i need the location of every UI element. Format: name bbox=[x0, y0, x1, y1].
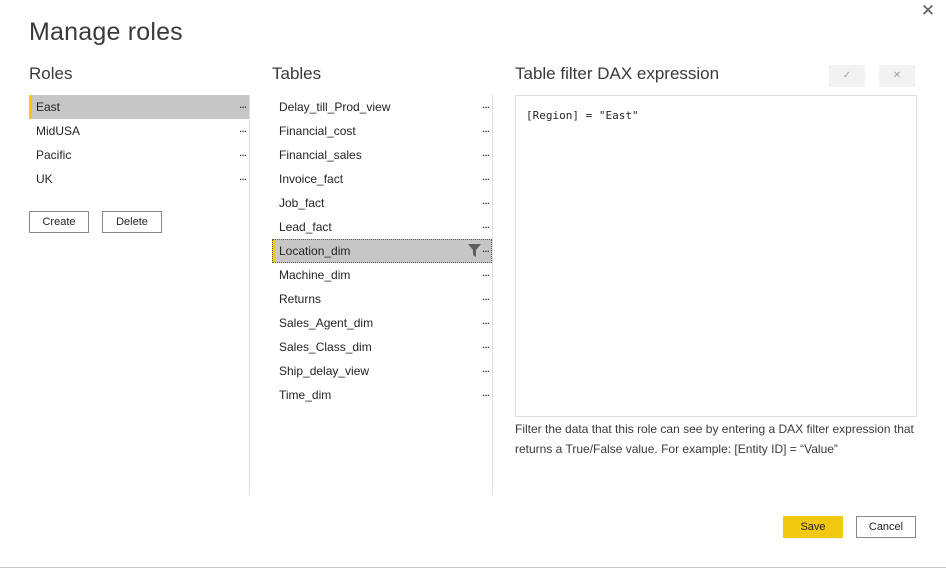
role-item[interactable]: Pacific... bbox=[29, 143, 249, 167]
more-options-icon[interactable]: ... bbox=[482, 356, 490, 380]
cancel-button[interactable]: Cancel bbox=[856, 516, 916, 538]
close-icon: ✕ bbox=[892, 70, 902, 81]
dax-help-text: Filter the data that this role can see b… bbox=[515, 422, 914, 456]
role-item[interactable]: UK... bbox=[29, 167, 249, 191]
role-item-label: Pacific bbox=[36, 148, 72, 162]
table-item[interactable]: Financial_cost... bbox=[272, 119, 492, 143]
table-item-label: Delay_till_Prod_view bbox=[279, 100, 391, 114]
dax-header: Table filter DAX expression bbox=[515, 64, 720, 83]
role-item[interactable]: MidUSA... bbox=[29, 119, 249, 143]
table-item[interactable]: Job_fact... bbox=[272, 191, 492, 215]
table-item[interactable]: Sales_Class_dim... bbox=[272, 335, 492, 359]
table-item[interactable]: Lead_fact... bbox=[272, 215, 492, 239]
dax-expression-text: [Region] = "East" bbox=[526, 109, 639, 122]
role-item[interactable]: East... bbox=[29, 95, 249, 119]
more-options-icon[interactable]: ... bbox=[239, 92, 247, 116]
table-item[interactable]: Location_dim... bbox=[272, 239, 492, 263]
discard-dax-button[interactable]: ✕ bbox=[879, 65, 915, 87]
roles-list: East... MidUSA... Pacific... UK... bbox=[29, 95, 249, 191]
more-options-icon[interactable]: ... bbox=[482, 92, 490, 116]
role-item-label: UK bbox=[36, 172, 53, 186]
more-options-icon[interactable]: ... bbox=[239, 116, 247, 140]
more-options-icon[interactable]: ... bbox=[482, 236, 490, 260]
table-item-label: Lead_fact bbox=[279, 220, 332, 234]
table-item-label: Job_fact bbox=[279, 196, 325, 210]
table-item[interactable]: Financial_sales... bbox=[272, 143, 492, 167]
divider bbox=[249, 95, 250, 495]
table-item-label: Ship_delay_view bbox=[279, 364, 370, 378]
table-item-label: Returns bbox=[279, 292, 322, 306]
table-item-label: Financial_sales bbox=[279, 148, 362, 162]
more-options-icon[interactable]: ... bbox=[482, 308, 490, 332]
more-options-icon[interactable]: ... bbox=[482, 260, 490, 284]
more-options-icon[interactable]: ... bbox=[482, 188, 490, 212]
role-item-label: MidUSA bbox=[36, 124, 81, 138]
table-item[interactable]: Ship_delay_view... bbox=[272, 359, 492, 383]
role-item-label: East bbox=[36, 100, 61, 114]
table-item[interactable]: Returns... bbox=[272, 287, 492, 311]
more-options-icon[interactable]: ... bbox=[482, 164, 490, 188]
more-options-icon[interactable]: ... bbox=[482, 284, 490, 308]
save-button[interactable]: Save bbox=[783, 516, 843, 538]
table-item-label: Sales_Agent_dim bbox=[279, 316, 374, 330]
close-icon[interactable]: ✕ bbox=[919, 2, 937, 20]
tables-header: Tables bbox=[272, 64, 322, 83]
roles-header: Roles bbox=[29, 64, 73, 83]
more-options-icon[interactable]: ... bbox=[482, 332, 490, 356]
delete-role-button[interactable]: Delete bbox=[102, 211, 162, 233]
more-options-icon[interactable]: ... bbox=[239, 140, 247, 164]
create-role-button[interactable]: Create bbox=[29, 211, 89, 233]
table-item[interactable]: Time_dim... bbox=[272, 383, 492, 407]
table-item[interactable]: Delay_till_Prod_view... bbox=[272, 95, 492, 119]
table-item-label: Time_dim bbox=[279, 388, 332, 402]
more-options-icon[interactable]: ... bbox=[482, 380, 490, 404]
divider bbox=[492, 95, 493, 495]
more-options-icon[interactable]: ... bbox=[482, 140, 490, 164]
checkmark-icon: ✓ bbox=[842, 70, 852, 81]
table-item-label: Machine_dim bbox=[279, 268, 351, 282]
table-item-label: Sales_Class_dim bbox=[279, 340, 372, 354]
table-item-label: Invoice_fact bbox=[279, 172, 344, 186]
dax-expression-editor[interactable]: [Region] = "East" bbox=[515, 95, 917, 417]
page-title: Manage roles bbox=[29, 18, 183, 46]
confirm-dax-button[interactable]: ✓ bbox=[829, 65, 865, 87]
table-item[interactable]: Sales_Agent_dim... bbox=[272, 311, 492, 335]
filter-icon bbox=[468, 244, 481, 257]
table-item-label: Location_dim bbox=[279, 244, 351, 258]
more-options-icon[interactable]: ... bbox=[482, 116, 490, 140]
table-item[interactable]: Machine_dim... bbox=[272, 263, 492, 287]
more-options-icon[interactable]: ... bbox=[239, 164, 247, 188]
more-options-icon[interactable]: ... bbox=[482, 212, 490, 236]
table-item-label: Financial_cost bbox=[279, 124, 356, 138]
table-item[interactable]: Invoice_fact... bbox=[272, 167, 492, 191]
tables-list: Delay_till_Prod_view... Financial_cost...… bbox=[272, 95, 492, 407]
